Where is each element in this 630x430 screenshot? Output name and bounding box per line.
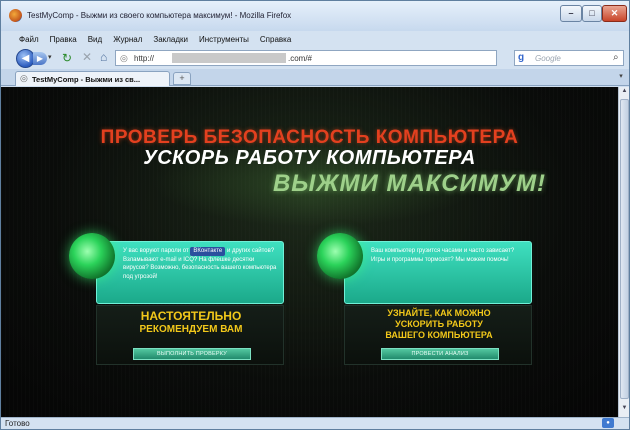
page-viewport: ПРОВЕРЬ БЕЗОПАСНОСТЬ КОМПЬЮТЕРА УСКОРЬ Р… <box>1 87 618 417</box>
address-bar[interactable]: ◎ http:// .com/# ☆ ▾ <box>115 50 620 66</box>
navigation-toolbar: ◀ ▶ ▾ ↻ ✕ ⌂ ◎ http:// .com/# ☆ ▾ g Googl… <box>1 47 629 69</box>
tab-favicon-icon: ◎ <box>20 73 28 83</box>
history-dropdown-icon[interactable]: ▾ <box>48 53 52 61</box>
menu-bar: Файл Правка Вид Журнал Закладки Инструме… <box>1 31 629 47</box>
headline-security: ПРОВЕРЬ БЕЗОПАСНОСТЬ КОМПЬЮТЕРА <box>100 127 519 148</box>
search-engine-icon[interactable]: g <box>518 52 524 63</box>
maximize-icon: □ <box>589 8 595 18</box>
tab-label: TestMyComp - Выжми из св... <box>32 75 141 84</box>
url-suffix: .com/# <box>288 54 313 63</box>
security-card-cta-area: НАСТОЯТЕЛЬНО РЕКОМЕНДУЕМ ВАМ ВЫПОЛНИТЬ П… <box>96 305 284 365</box>
url-redacted <box>172 53 286 63</box>
scroll-thumb[interactable] <box>620 99 629 399</box>
security-card-text: У вас воруют пароли от ВКонтакте и други… <box>96 241 284 304</box>
speed-card-text: Ваш компьютер грузится часами и часто за… <box>344 241 532 304</box>
scroll-down-icon[interactable]: ▼ <box>620 405 629 415</box>
search-go-icon[interactable]: ⌕ <box>613 52 619 63</box>
run-check-button[interactable]: ВЫПОЛНИТЬ ПРОВЕРКУ <box>133 348 251 360</box>
new-tab-button[interactable]: + <box>173 72 191 85</box>
status-bar: Готово ● <box>1 417 629 429</box>
tab-bar: ◎ TestMyComp - Выжми из св... + ▾ <box>1 69 629 86</box>
menu-help[interactable]: Справка <box>260 35 291 44</box>
menu-bookmarks[interactable]: Закладки <box>153 35 188 44</box>
browser-window: TestMyComp - Выжми из своего компьютера … <box>0 0 630 430</box>
firefox-icon <box>9 9 22 22</box>
speed-headline-3: ВАШЕГО КОМПЬЮТЕРА <box>385 330 493 340</box>
minimize-button[interactable]: – <box>560 5 582 22</box>
search-placeholder: Google <box>535 54 561 63</box>
page-favicon-icon: ◎ <box>120 53 128 63</box>
addon-status-icon[interactable]: ● <box>602 418 614 428</box>
vertical-scrollbar[interactable]: ▲ ▼ <box>618 87 629 417</box>
tab-testmycomp[interactable]: ◎ TestMyComp - Выжми из св... <box>15 71 170 86</box>
status-text: Готово <box>5 419 30 428</box>
run-analysis-button[interactable]: ПРОВЕСТИ АНАЛИЗ <box>381 348 499 360</box>
vkontakte-badge: ВКонтакте <box>190 247 226 256</box>
speed-headline-1: УЗНАЙТЕ, КАК МОЖНО <box>387 308 491 318</box>
security-text-before: У вас воруют пароли от <box>123 248 189 254</box>
plus-icon: + <box>179 73 185 83</box>
menu-view[interactable]: Вид <box>88 35 102 44</box>
menu-tools[interactable]: Инструменты <box>199 35 249 44</box>
headline-speed: УСКОРЬ РАБОТУ КОМПЬЮТЕРА <box>143 147 476 169</box>
stop-icon[interactable]: ✕ <box>82 50 92 64</box>
speed-card-cta-area: УЗНАЙТЕ, КАК МОЖНО УСКОРИТЬ РАБОТУ ВАШЕГ… <box>344 305 532 365</box>
menu-edit[interactable]: Правка <box>50 35 77 44</box>
title-bar: TestMyComp - Выжми из своего компьютера … <box>1 1 629 31</box>
speed-card: Ваш компьютер грузится часами и часто за… <box>317 233 532 365</box>
reload-icon[interactable]: ↻ <box>62 51 72 65</box>
security-headline-1: НАСТОЯТЕЛЬНО <box>140 309 242 323</box>
minimize-icon: – <box>568 8 574 18</box>
close-button[interactable]: ✕ <box>602 5 627 22</box>
back-arrow-icon: ◀ <box>21 53 30 64</box>
speed-headline-2: УСКОРИТЬ РАБОТУ <box>395 319 483 329</box>
forward-arrow-icon: ▶ <box>36 54 44 63</box>
search-bar[interactable]: g Google ⌕ <box>514 50 624 66</box>
green-orb-icon <box>69 233 115 279</box>
url-prefix: http:// <box>134 54 155 63</box>
headline-maximum: ВЫЖМИ МАКСИМУМ! <box>272 170 547 197</box>
menu-history[interactable]: Журнал <box>113 35 142 44</box>
security-card: У вас воруют пароли от ВКонтакте и други… <box>69 233 284 365</box>
window-title: TestMyComp - Выжми из своего компьютера … <box>27 11 292 20</box>
security-headline-2: РЕКОМЕНДУЕМ ВАМ <box>139 324 243 335</box>
maximize-button[interactable]: □ <box>582 5 602 22</box>
home-icon[interactable]: ⌂ <box>100 50 107 64</box>
forward-button[interactable]: ▶ <box>33 52 47 65</box>
close-icon: ✕ <box>610 8 619 18</box>
menu-file[interactable]: Файл <box>19 35 39 44</box>
tab-list-icon[interactable]: ▾ <box>615 72 627 84</box>
green-orb-icon <box>317 233 363 279</box>
scroll-up-icon[interactable]: ▲ <box>620 88 629 98</box>
